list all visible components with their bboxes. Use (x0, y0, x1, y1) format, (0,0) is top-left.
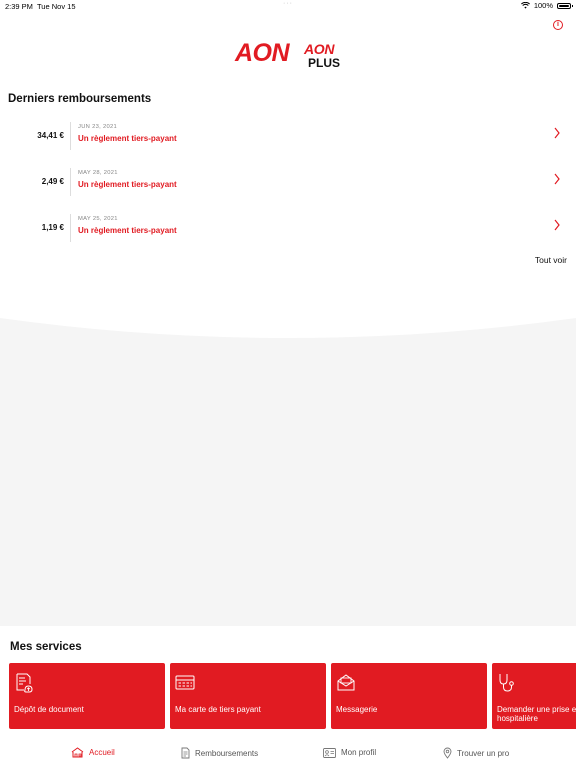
location-pin-icon (443, 747, 452, 759)
services-title: Mes services (10, 641, 82, 653)
service-card-hospital-request[interactable]: Demander une prise e hospitalière (492, 663, 576, 729)
tab-profile[interactable]: Mon profil (323, 747, 376, 758)
tab-label: Trouver un pro (457, 748, 510, 758)
curve-divider (0, 300, 576, 338)
multitasking-dots-icon[interactable]: ··· (283, 0, 293, 7)
status-time: 2:39 PM (5, 2, 33, 11)
document-upload-icon (16, 673, 33, 693)
reimbursement-label: Un règlement tiers-payant (78, 134, 177, 143)
reimbursement-amount: 1,19 € (41, 223, 64, 232)
service-card-label-line2: hospitalière (497, 714, 538, 723)
tab-home[interactable]: Accueil (71, 747, 115, 758)
tab-find-pro[interactable]: Trouver un pro (443, 747, 509, 759)
service-card-label: Messagerie (336, 705, 378, 714)
tab-reimbursements[interactable]: Remboursements (181, 747, 258, 759)
logo-sub-aon: AON (304, 41, 335, 57)
content-background (0, 300, 576, 626)
service-card-messaging[interactable]: Messagerie (331, 663, 487, 729)
chevron-right-icon[interactable] (553, 126, 561, 140)
reimbursements-title: Derniers remboursements (8, 93, 152, 105)
service-card-document-upload[interactable]: Dépôt de document (9, 663, 165, 729)
reimbursement-label: Un règlement tiers-payant (78, 180, 177, 189)
mail-icon (337, 674, 355, 691)
home-icon (71, 747, 84, 758)
receipt-icon (181, 747, 190, 759)
service-card-tiers-payant[interactable]: Ma carte de tiers payant (170, 663, 326, 729)
logo-plus: PLUS (308, 56, 341, 70)
status-date: Tue Nov 15 (37, 2, 76, 11)
row-divider (70, 168, 71, 196)
tab-label: Remboursements (195, 748, 259, 758)
tab-label: Mon profil (341, 748, 377, 757)
service-card-label-line1: Demander une prise e (497, 705, 576, 714)
reimbursement-date: MAY 28, 2021 (78, 170, 118, 176)
reimbursement-label: Un règlement tiers-payant (78, 226, 177, 235)
row-divider (70, 122, 71, 150)
reimbursement-row[interactable]: 1,19 € MAY 25, 2021 Un règlement tiers-p… (0, 214, 576, 246)
tab-label: Accueil (89, 748, 115, 757)
service-card-label: Ma carte de tiers payant (175, 705, 261, 714)
status-bar: 2:39 PM Tue Nov 15 ··· 100% (0, 0, 576, 12)
reimbursement-row[interactable]: 34,41 € JUN 23, 2021 Un règlement tiers-… (0, 122, 576, 154)
aon-plus-logo: AON AON PLUS (235, 39, 345, 75)
wifi-icon (520, 2, 530, 9)
info-circle-icon[interactable]: i (553, 20, 563, 30)
logo-aon: AON (235, 39, 290, 67)
battery-percentage: 100% (533, 1, 553, 10)
bottom-tab-bar: Accueil Remboursements Mon profil Trouve… (0, 742, 576, 768)
profile-card-icon (323, 748, 336, 758)
card-icon (175, 675, 195, 690)
stethoscope-icon (499, 674, 514, 692)
reimbursement-amount: 2,49 € (41, 177, 64, 186)
reimbursement-row[interactable]: 2,49 € MAY 28, 2021 Un règlement tiers-p… (0, 168, 576, 200)
battery-icon (557, 2, 573, 9)
chevron-right-icon[interactable] (553, 172, 561, 186)
reimbursement-date: JUN 23, 2021 (78, 124, 118, 130)
status-right: 100% (520, 1, 573, 10)
reimbursement-date: MAY 25, 2021 (78, 216, 118, 222)
chevron-right-icon[interactable] (553, 218, 561, 232)
row-divider (70, 214, 71, 242)
service-card-label: Dépôt de document (14, 705, 84, 714)
services-carousel[interactable]: Dépôt de document Ma carte de tiers paya… (9, 663, 576, 730)
see-all-link[interactable]: Tout voir (535, 255, 567, 265)
service-card-label: Demander une prise e hospitalière (497, 705, 576, 723)
reimbursement-amount: 34,41 € (37, 131, 64, 140)
